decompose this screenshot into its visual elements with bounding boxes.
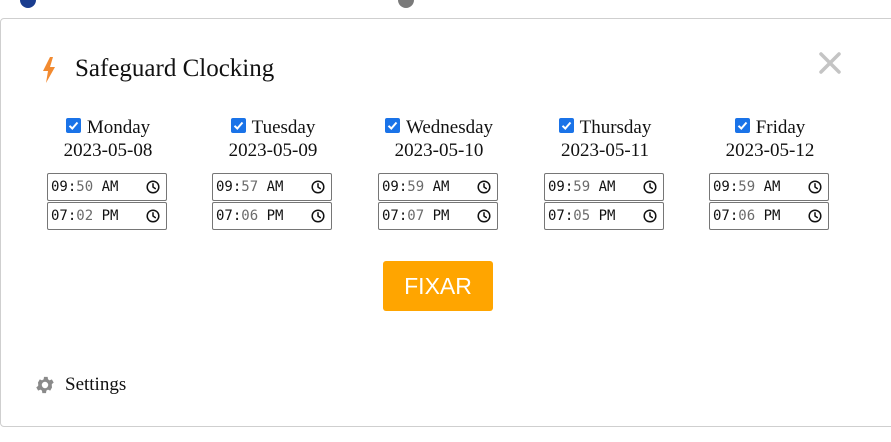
time-value: 07:06 PM (216, 208, 284, 224)
time-value: 09:50 AM (51, 179, 119, 195)
day-date: 2023-05-11 (561, 140, 649, 161)
day-label: Wednesday (405, 117, 494, 138)
end-time-input[interactable]: 07:06 PM (212, 202, 332, 230)
day-date: 2023-05-12 (725, 140, 815, 161)
clock-icon[interactable] (643, 209, 657, 223)
clock-icon[interactable] (311, 180, 325, 194)
clock-icon[interactable] (146, 209, 160, 223)
end-time-input[interactable]: 07:05 PM (544, 202, 664, 230)
clock-icon[interactable] (146, 180, 160, 194)
clock-icon[interactable] (808, 209, 822, 223)
day-header: Friday (700, 117, 840, 139)
background-app-icon (20, 0, 36, 8)
day-header: Wednesday (369, 117, 509, 139)
day-label: Monday (86, 117, 151, 138)
close-icon[interactable] (817, 50, 843, 76)
day-column-tuesday: Tuesday 2023-05-09 (203, 117, 343, 163)
time-value: 09:59 AM (713, 179, 781, 195)
lightning-bolt-icon (43, 57, 55, 83)
gear-icon (36, 376, 54, 394)
clock-icon[interactable] (311, 209, 325, 223)
clock-icon[interactable] (643, 180, 657, 194)
day-column-monday: Monday 2023-05-08 (38, 117, 178, 163)
start-time-input[interactable]: 09:59 AM (544, 173, 664, 201)
day-header: Thursday (535, 117, 675, 139)
time-value: 09:57 AM (216, 179, 284, 195)
day-column-thursday: Thursday 2023-05-11 (535, 117, 675, 163)
day-checkbox[interactable] (558, 117, 574, 133)
checkmark-icon (68, 121, 79, 130)
clock-icon[interactable] (477, 209, 491, 223)
day-checkbox[interactable] (230, 117, 246, 133)
day-header: Monday (38, 117, 178, 139)
day-date: 2023-05-08 (63, 140, 153, 161)
day-checkbox[interactable] (384, 117, 400, 133)
time-value: 07:05 PM (548, 208, 616, 224)
clock-icon[interactable] (808, 180, 822, 194)
checkmark-icon (561, 121, 571, 130)
day-label: Friday (755, 117, 806, 138)
settings-link[interactable]: Settings (34, 374, 126, 396)
popup-title: Safeguard Clocking (75, 55, 275, 82)
end-time-input[interactable]: 07:07 PM (378, 202, 498, 230)
time-value: 07:06 PM (713, 208, 781, 224)
start-time-input[interactable]: 09:57 AM (212, 173, 332, 201)
time-value: 09:59 AM (548, 179, 616, 195)
time-value: 07:02 PM (51, 208, 119, 224)
background-help-icon (398, 0, 414, 8)
day-column-wednesday: Wednesday 2023-05-10 (369, 117, 509, 163)
settings-label: Settings (65, 374, 127, 395)
checkmark-icon (233, 121, 243, 130)
day-label: Tuesday (251, 117, 316, 138)
fixar-button[interactable]: FIXAR (383, 261, 493, 311)
day-date: 2023-05-10 (394, 140, 484, 161)
start-time-input[interactable]: 09:50 AM (47, 173, 167, 201)
background-page-strip (0, 0, 891, 12)
end-time-input[interactable]: 07:06 PM (709, 202, 829, 230)
clock-icon[interactable] (477, 180, 491, 194)
day-column-friday: Friday 2023-05-12 (700, 117, 840, 163)
start-time-input[interactable]: 09:59 AM (378, 173, 498, 201)
time-value: 07:07 PM (382, 208, 450, 224)
day-checkbox[interactable] (65, 117, 81, 133)
start-time-input[interactable]: 09:59 AM (709, 173, 829, 201)
day-header: Tuesday (203, 117, 343, 139)
popup-panel: Safeguard Clocking Monday 2023-05-08 09:50… (0, 18, 891, 427)
time-value: 09:59 AM (382, 179, 450, 195)
day-checkbox[interactable] (734, 117, 750, 133)
day-label: Thursday (579, 117, 652, 138)
end-time-input[interactable]: 07:02 PM (47, 202, 167, 230)
checkmark-icon (737, 121, 747, 130)
checkmark-icon (387, 121, 398, 130)
day-date: 2023-05-09 (228, 140, 318, 161)
